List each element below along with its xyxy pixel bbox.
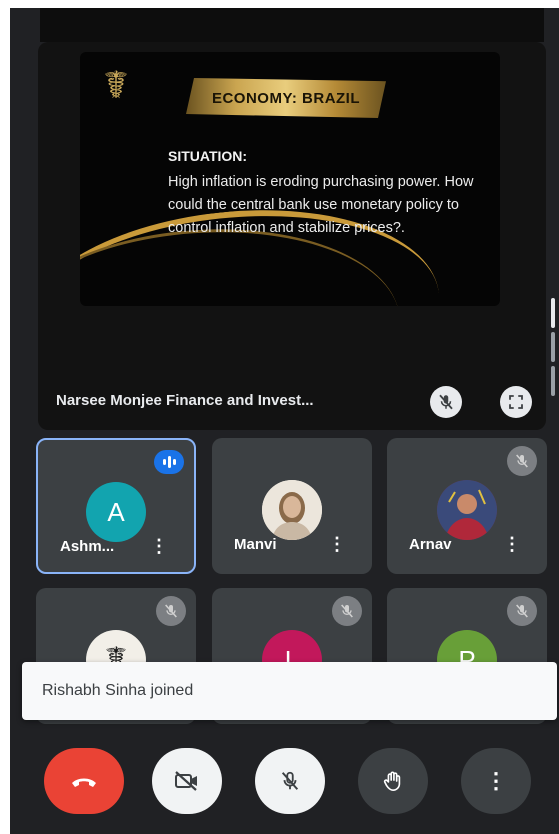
participant-tile[interactable]: A Ashm... ⋮ [36,438,196,574]
hang-up-icon [72,778,96,787]
more-options-icon[interactable]: ⋮ [503,534,521,554]
participant-name: Ashm... [60,538,115,555]
scrollbar[interactable] [551,298,555,408]
mic-off-button[interactable] [255,748,325,814]
more-options-button[interactable]: ⋮ [461,748,531,814]
avatar-initial: A [107,496,125,527]
situation-text: High inflation is eroding purchasing pow… [168,174,474,236]
avatar: A [86,482,146,542]
caduceus-logo: ☤ [103,63,129,107]
mic-off-icon [332,596,362,626]
mic-off-icon [507,596,537,626]
end-call-button[interactable] [44,748,124,814]
participant-name: Manvi [234,536,277,553]
mic-off-icon [156,596,186,626]
avatar [437,480,497,540]
participant-name: Arnav [409,536,452,553]
participant-tile[interactable]: Arnav ⋮ [387,438,547,574]
slide-banner: ECONOMY: BRAZIL [186,78,386,118]
toast-message: Rishabh Sinha joined [42,682,194,699]
mic-off-icon [439,394,453,410]
top-bar [40,8,544,42]
speaking-indicator-icon [154,450,184,474]
presenter-mute-button[interactable] [430,386,462,418]
more-options-icon[interactable]: ⋮ [150,536,168,556]
presentation-tile[interactable]: ☤ ECONOMY: BRAZIL SITUATION: High inflat… [38,42,546,430]
participant-tile[interactable]: Manvi ⋮ [212,438,372,574]
profile-photo-icon [437,480,497,540]
more-options-icon[interactable]: ⋮ [328,534,346,554]
situation-label: SITUATION: [168,148,248,164]
slide: ☤ ECONOMY: BRAZIL SITUATION: High inflat… [80,52,500,306]
mic-off-icon [507,446,537,476]
more-options-icon: ⋮ [485,768,507,793]
profile-photo-icon [262,480,322,540]
meeting-screen: ☤ ECONOMY: BRAZIL SITUATION: High inflat… [10,8,559,834]
raise-hand-button[interactable] [358,748,428,814]
mic-off-icon [281,771,299,790]
fullscreen-icon [509,395,523,409]
join-notification-toast: Rishabh Sinha joined [22,662,557,720]
camera-off-button[interactable] [152,748,222,814]
slide-banner-text: ECONOMY: BRAZIL [211,89,361,107]
raise-hand-icon [383,771,401,791]
avatar [262,480,322,540]
fullscreen-button[interactable] [500,386,532,418]
camera-off-icon [175,771,197,791]
presenter-name: Narsee Monjee Finance and Invest... [56,392,314,409]
